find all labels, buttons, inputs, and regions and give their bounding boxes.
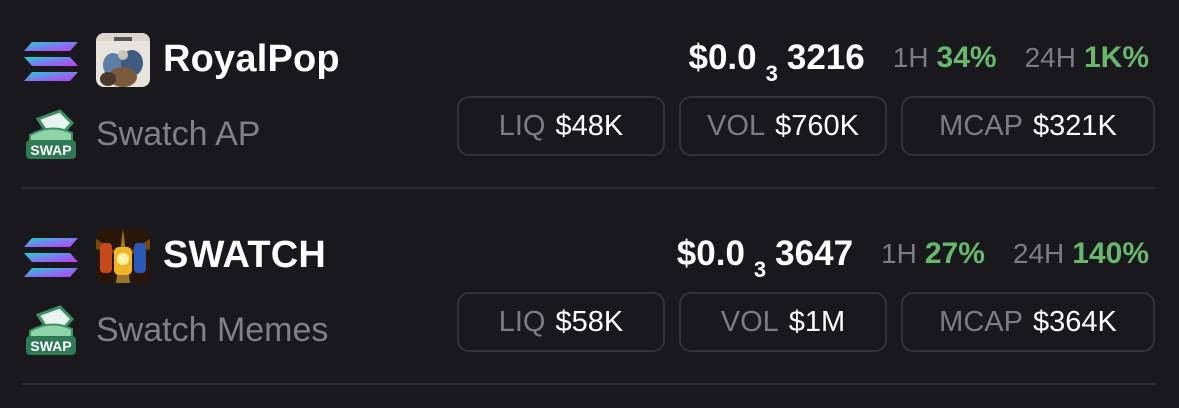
mcap-value: $364K xyxy=(1032,305,1117,338)
change-1h-value: 27% xyxy=(924,237,985,270)
price: $0.0 3 3647 xyxy=(676,234,854,282)
price-zero-count: 3 xyxy=(753,257,767,282)
price-prefix: $0.0 xyxy=(676,234,745,273)
royalpop-token-image xyxy=(96,33,150,87)
vol-label: VOL xyxy=(707,109,766,142)
row-divider xyxy=(22,187,1155,189)
liq-value: $58K xyxy=(555,305,624,338)
token-row[interactable]: RoyalPop SWAP Swatch AP $0.0 3 3216 1H 3… xyxy=(0,0,1179,190)
volume-pill[interactable]: VOL $760K xyxy=(679,96,887,156)
price-digits: 3216 xyxy=(786,38,865,77)
solana-icon xyxy=(24,42,78,81)
change-24h-value: 140% xyxy=(1072,237,1149,270)
price-digits: 3647 xyxy=(775,234,854,273)
market-cap-pill[interactable]: MCAP $364K xyxy=(901,292,1155,352)
solana-icon xyxy=(24,238,78,277)
change-1h-label: 1H xyxy=(881,238,917,269)
liq-label: LIQ xyxy=(498,109,546,142)
token-name: SWATCH xyxy=(163,234,327,276)
change-24h-label: 24H xyxy=(1012,238,1065,269)
liq-value: $48K xyxy=(555,109,624,142)
price-line: $0.0 3 3216 1H 34% 24H 1K% xyxy=(688,36,1150,86)
liq-label: LIQ xyxy=(498,305,546,338)
token-list: RoyalPop SWAP Swatch AP $0.0 3 3216 1H 3… xyxy=(0,0,1179,408)
change-1h-label: 1H xyxy=(892,42,929,73)
liquidity-pill[interactable]: LIQ $58K xyxy=(457,292,665,352)
vol-label: VOL xyxy=(720,305,779,338)
mcap-value: $321K xyxy=(1032,109,1117,142)
mcap-label: MCAP xyxy=(939,305,1023,338)
mcap-label: MCAP xyxy=(939,109,1023,142)
stats-row: LIQ $58K VOL $1M MCAP $364K xyxy=(0,292,1179,356)
row-divider xyxy=(22,383,1155,385)
change-1h-value: 34% xyxy=(936,41,997,74)
price-prefix: $0.0 xyxy=(688,38,757,77)
stats-row: LIQ $48K VOL $760K MCAP $321K xyxy=(0,96,1179,160)
vol-value: $760K xyxy=(775,109,859,142)
token-name: RoyalPop xyxy=(163,38,340,80)
market-cap-pill[interactable]: MCAP $321K xyxy=(901,96,1155,156)
change-24h-value: 1K% xyxy=(1083,41,1149,74)
price: $0.0 3 3216 xyxy=(688,38,865,86)
price-line: $0.0 3 3647 1H 27% 24H 140% xyxy=(676,232,1149,282)
change-24h-label: 24H xyxy=(1024,42,1076,73)
token-row[interactable]: SWATCH SWAP Swatch Memes $0.0 3 3647 1H … xyxy=(0,196,1179,386)
price-zero-count: 3 xyxy=(765,61,778,86)
volume-pill[interactable]: VOL $1M xyxy=(679,292,887,352)
vol-value: $1M xyxy=(788,305,846,338)
liquidity-pill[interactable]: LIQ $48K xyxy=(457,96,665,156)
swatch-token-image xyxy=(96,229,150,283)
